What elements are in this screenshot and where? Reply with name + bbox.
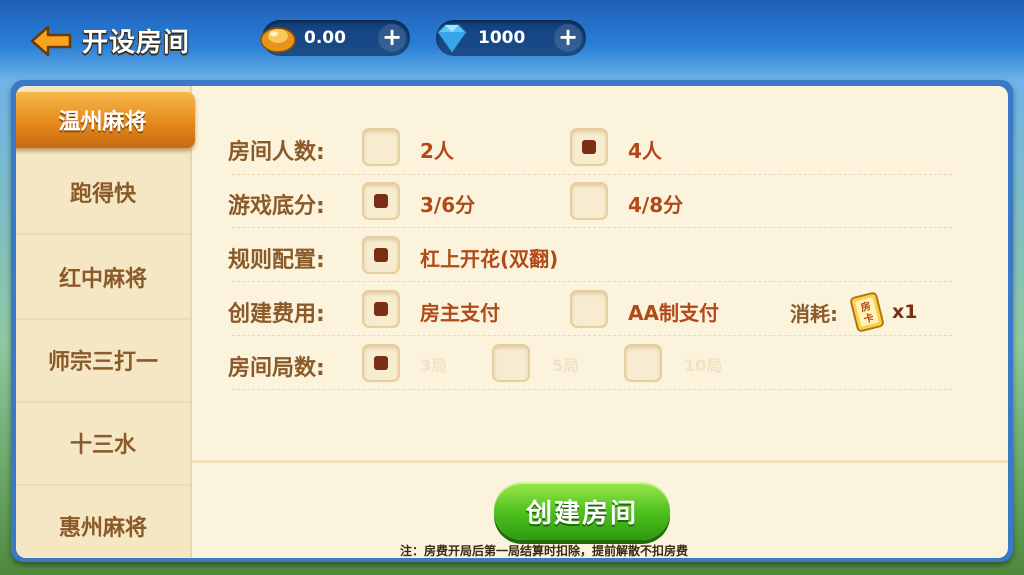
- tab-wenzhou-mahjong[interactable]: 温州麻将: [16, 92, 195, 148]
- tab-paodekuai[interactable]: 跑得快: [16, 150, 190, 235]
- rounds-10-label: 10局: [684, 356, 723, 375]
- owner-pay-checkbox[interactable]: [362, 290, 400, 328]
- back-button[interactable]: [30, 24, 72, 58]
- players-4-label: 4人: [628, 139, 662, 163]
- score-4-8-checkbox[interactable]: [570, 182, 608, 220]
- tab-huizhou-mahjong[interactable]: 惠州麻将: [16, 484, 190, 558]
- players-label: 房间人数:: [228, 140, 325, 165]
- players-4-checkbox[interactable]: [570, 128, 608, 166]
- rounds-3-label: 3局: [420, 356, 448, 375]
- create-room-button[interactable]: 创建房间: [494, 482, 670, 540]
- tab-label: 师宗三打一: [47, 349, 158, 375]
- gold-balance: 0.00 +: [260, 20, 410, 56]
- row-divider: [232, 227, 952, 228]
- add-gold-button[interactable]: +: [378, 24, 406, 52]
- score-3-6-checkbox[interactable]: [362, 182, 400, 220]
- card-count: x1: [892, 301, 918, 323]
- row-divider: [232, 335, 952, 336]
- score-3-6-label: 3/6分: [420, 193, 476, 217]
- consume-label: 消耗:: [790, 302, 838, 326]
- create-room-label: 创建房间: [525, 498, 638, 529]
- owner-pay-label: 房主支付: [420, 301, 500, 325]
- top-bar: 开设房间 0.00 + 1000 +: [0, 0, 1024, 80]
- base-score-label: 游戏底分:: [228, 194, 325, 219]
- gang-kaihua-label: 杠上开花(双翻): [420, 247, 559, 271]
- tab-shisanshui[interactable]: 十三水: [16, 401, 190, 486]
- fee-label: 创建费用:: [228, 302, 325, 327]
- rounds-5-label: 5局: [552, 356, 580, 375]
- footer-divider: [192, 460, 1008, 463]
- rounds-10-checkbox[interactable]: [624, 344, 662, 382]
- room-card-icon: 房 卡: [850, 292, 884, 332]
- aa-pay-checkbox[interactable]: [570, 290, 608, 328]
- rounds-label: 房间局数:: [228, 356, 325, 381]
- gang-kaihua-checkbox[interactable]: [362, 236, 400, 274]
- diamond-icon: [437, 24, 467, 54]
- rounds-3-checkbox[interactable]: [362, 344, 400, 382]
- tab-label: 红中麻将: [58, 266, 147, 292]
- plus-icon: +: [557, 23, 579, 51]
- plus-icon: +: [381, 23, 403, 51]
- row-divider: [232, 281, 952, 282]
- gold-ingot-icon: [260, 27, 296, 53]
- gem-value: 1000: [478, 28, 526, 48]
- gem-balance: 1000 +: [436, 20, 586, 56]
- create-room-panel: 温州麻将 跑得快 红中麻将 师宗三打一 十三水 惠州麻将 房间人数: 2人 4人…: [16, 86, 1008, 558]
- gold-value: 0.00: [304, 28, 346, 48]
- tab-label: 惠州麻将: [58, 515, 147, 541]
- tab-label: 跑得快: [69, 181, 136, 207]
- rules-label: 规则配置:: [228, 248, 325, 273]
- game-sidebar: 温州麻将 跑得快 红中麻将 师宗三打一 十三水 惠州麻将: [16, 86, 195, 558]
- back-arrow-icon: [30, 25, 72, 57]
- tab-shizong-sandayi[interactable]: 师宗三打一: [16, 318, 190, 403]
- tab-label: 十三水: [69, 432, 136, 458]
- fee-note: 注：房费开局后第一局结算时扣除，提前解散不扣房费: [400, 544, 689, 558]
- rounds-5-checkbox[interactable]: [492, 344, 530, 382]
- row-divider: [232, 389, 952, 390]
- players-2-checkbox[interactable]: [362, 128, 400, 166]
- tab-hongzhong-mahjong[interactable]: 红中麻将: [16, 235, 190, 320]
- add-gem-button[interactable]: +: [554, 24, 582, 52]
- score-4-8-label: 4/8分: [628, 193, 684, 217]
- page-title: 开设房间: [82, 28, 191, 58]
- row-divider: [232, 174, 952, 175]
- players-2-label: 2人: [420, 139, 454, 163]
- tab-label: 温州麻将: [58, 110, 147, 135]
- aa-pay-label: AA制支付: [628, 301, 719, 325]
